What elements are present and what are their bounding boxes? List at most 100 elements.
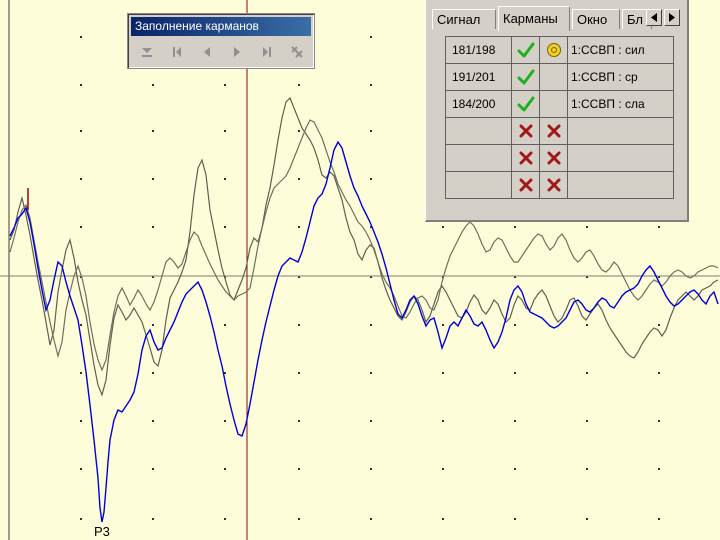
grid-dot	[224, 518, 226, 520]
grid-dot	[442, 372, 444, 374]
grid-dot	[152, 468, 154, 470]
pocket-label	[567, 117, 674, 145]
grid-dot	[370, 84, 372, 86]
auto-fill-button[interactable]	[284, 41, 310, 63]
tab-scroll-right-button[interactable]	[664, 9, 680, 26]
accept-toggle[interactable]	[511, 171, 540, 199]
pocket-row[interactable]: 191/201 1:ССВП : ср	[445, 63, 674, 91]
prev-button[interactable]	[194, 41, 220, 63]
select-toggle[interactable]	[539, 171, 568, 199]
grid-dot	[80, 84, 82, 86]
grid-dot	[370, 372, 372, 374]
pocket-count: 184/200	[445, 90, 512, 118]
pocket-row[interactable]	[445, 144, 674, 172]
pocket-row[interactable]: 181/198 1:ССВП : сил	[445, 36, 674, 64]
grid-dot	[370, 130, 372, 132]
grid-dot	[80, 372, 82, 374]
grid-dot	[298, 130, 300, 132]
first-button[interactable]	[164, 41, 190, 63]
grid-dot	[370, 518, 372, 520]
arrow-left-icon	[651, 13, 657, 22]
tab-signal[interactable]: Сигнал	[432, 9, 496, 29]
grid-dot	[586, 468, 588, 470]
grid-dot	[442, 324, 444, 326]
tab-window[interactable]: Окно	[572, 9, 620, 29]
pocket-row[interactable]	[445, 171, 674, 199]
toolbar-title[interactable]: Заполнение карманов	[131, 17, 311, 36]
grid-dot	[514, 420, 516, 422]
tab-scroll-left-button[interactable]	[646, 9, 662, 26]
accept-toggle[interactable]	[511, 63, 540, 91]
grid-dot	[298, 178, 300, 180]
grid-dot	[298, 372, 300, 374]
grid-dot	[442, 420, 444, 422]
grid-dot	[658, 468, 660, 470]
pocket-count: 191/201	[445, 63, 512, 91]
target-icon	[546, 43, 561, 57]
grid-dot	[80, 36, 82, 38]
grid-dot	[298, 468, 300, 470]
next-icon	[234, 47, 240, 57]
grid-dot	[152, 324, 154, 326]
last-icon	[263, 47, 271, 57]
grid-dot	[152, 178, 154, 180]
auto-fill-icon	[291, 46, 303, 58]
prev-icon	[204, 47, 210, 57]
grid-dot	[370, 36, 372, 38]
arrow-right-icon	[669, 13, 675, 22]
grid-dot	[586, 372, 588, 374]
accept-toggle[interactable]	[511, 144, 540, 172]
pocket-count	[445, 171, 512, 199]
cross-icon	[547, 124, 560, 138]
accept-toggle[interactable]	[511, 36, 540, 64]
check-icon	[517, 96, 534, 112]
tab-pockets[interactable]: Карманы	[498, 6, 570, 31]
pocket-label: 1:ССВП : сил	[567, 36, 674, 64]
select-toggle[interactable]	[539, 36, 568, 64]
grid-dot	[442, 518, 444, 520]
grid-dot	[370, 178, 372, 180]
grid-dot	[298, 518, 300, 520]
grid-dot	[80, 324, 82, 326]
grid-dot	[224, 420, 226, 422]
pocket-count	[445, 144, 512, 172]
grid-dot	[224, 226, 226, 228]
grid-dot	[658, 518, 660, 520]
accept-toggle[interactable]	[511, 117, 540, 145]
select-toggle[interactable]	[539, 117, 568, 145]
accept-toggle[interactable]	[511, 90, 540, 118]
pocket-fill-toolbar[interactable]: Заполнение карманов	[127, 13, 315, 69]
grid-dot	[298, 84, 300, 86]
pocket-label	[567, 171, 674, 199]
grid-dot	[224, 178, 226, 180]
select-toggle[interactable]	[539, 90, 568, 118]
cross-icon	[519, 151, 532, 165]
pocket-row[interactable]	[445, 117, 674, 145]
pocket-label	[567, 144, 674, 172]
select-toggle[interactable]	[539, 144, 568, 172]
select-toggle[interactable]	[539, 63, 568, 91]
grid-dot	[658, 324, 660, 326]
peak-label: P3	[94, 524, 110, 539]
download-button[interactable]	[134, 41, 160, 63]
download-icon	[142, 48, 152, 57]
pocket-count: 181/198	[445, 36, 512, 64]
grid-dot	[514, 324, 516, 326]
grid-dot	[658, 420, 660, 422]
next-button[interactable]	[224, 41, 250, 63]
cross-icon	[547, 178, 560, 192]
grid-dot	[152, 226, 154, 228]
grid-dot	[152, 372, 154, 374]
grid-dot	[370, 468, 372, 470]
last-button[interactable]	[254, 41, 280, 63]
grid-dot	[152, 420, 154, 422]
grid-dot	[152, 84, 154, 86]
grid-dot	[80, 226, 82, 228]
cross-icon	[519, 124, 532, 138]
grid-dot	[586, 420, 588, 422]
panel-tabs: Сигнал Карманы Окно Бл	[432, 4, 684, 31]
pocket-row[interactable]: 184/200 1:ССВП : сла	[445, 90, 674, 118]
pockets-panel: Сигнал Карманы Окно Бл 181/198 1:ССВП : с…	[425, 0, 689, 222]
pocket-count	[445, 117, 512, 145]
pocket-label: 1:ССВП : ср	[567, 63, 674, 91]
